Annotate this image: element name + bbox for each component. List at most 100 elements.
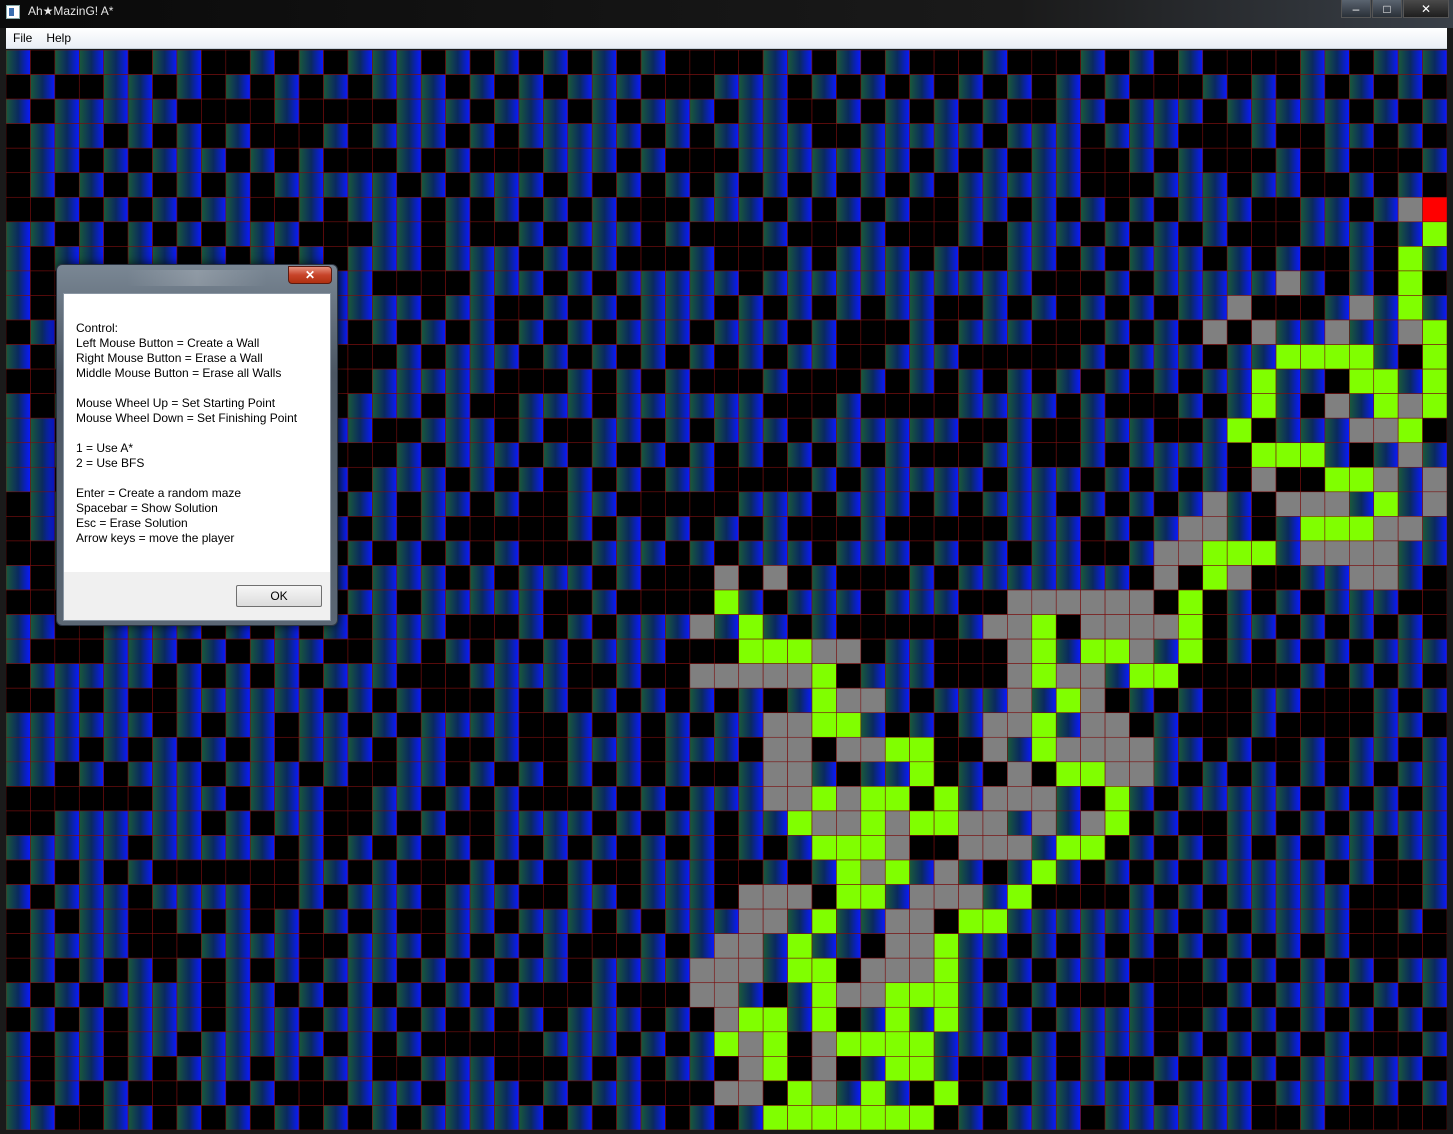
wall-cell[interactable] (1275, 196, 1301, 223)
visited-cell[interactable] (1007, 786, 1033, 812)
wall-cell[interactable] (1300, 123, 1326, 149)
open-cell[interactable] (420, 98, 446, 124)
open-cell[interactable] (1031, 687, 1057, 714)
wall-cell[interactable] (933, 1105, 959, 1130)
wall-cell[interactable] (54, 1105, 80, 1130)
wall-cell[interactable] (469, 50, 495, 75)
wall-cell[interactable] (933, 196, 959, 223)
wall-cell[interactable] (127, 147, 153, 174)
open-cell[interactable] (933, 589, 959, 615)
path-cell[interactable] (1275, 442, 1301, 468)
wall-cell[interactable] (860, 393, 886, 419)
open-cell[interactable] (1251, 908, 1277, 934)
wall-cell[interactable] (640, 663, 666, 689)
wall-cell[interactable] (1324, 246, 1350, 272)
wall-cell[interactable] (1202, 884, 1228, 910)
wall-cell[interactable] (1251, 565, 1277, 591)
open-cell[interactable] (469, 1056, 495, 1082)
open-cell[interactable] (518, 663, 544, 689)
open-cell[interactable] (176, 1056, 202, 1082)
open-cell[interactable] (1153, 810, 1179, 836)
open-cell[interactable] (1202, 786, 1228, 812)
visited-cell[interactable] (1397, 516, 1423, 542)
wall-cell[interactable] (1031, 884, 1057, 910)
open-cell[interactable] (372, 466, 398, 493)
open-cell[interactable] (1422, 540, 1447, 566)
open-cell[interactable] (1422, 835, 1447, 861)
wall-cell[interactable] (1422, 417, 1447, 444)
wall-cell[interactable] (1178, 957, 1204, 984)
wall-cell[interactable] (78, 1080, 104, 1106)
open-cell[interactable] (860, 246, 886, 272)
path-cell[interactable] (811, 982, 837, 1008)
open-cell[interactable] (445, 221, 471, 247)
open-cell[interactable] (567, 1031, 593, 1057)
open-cell[interactable] (836, 442, 862, 468)
open-cell[interactable] (543, 1080, 569, 1106)
wall-cell[interactable] (836, 172, 862, 198)
open-cell[interactable] (1055, 540, 1081, 566)
wall-cell[interactable] (836, 614, 862, 640)
open-cell[interactable] (689, 736, 715, 763)
open-cell[interactable] (1007, 442, 1033, 468)
path-cell[interactable] (1422, 221, 1447, 247)
open-cell[interactable] (298, 50, 324, 75)
wall-cell[interactable] (372, 687, 398, 714)
open-cell[interactable] (640, 319, 666, 345)
wall-cell[interactable] (1031, 442, 1057, 468)
visited-cell[interactable] (884, 957, 910, 984)
open-cell[interactable] (420, 466, 446, 493)
open-cell[interactable] (958, 172, 984, 198)
open-cell[interactable] (372, 221, 398, 247)
open-cell[interactable] (323, 957, 349, 984)
wall-cell[interactable] (1202, 246, 1228, 272)
open-cell[interactable] (958, 614, 984, 640)
wall-cell[interactable] (787, 859, 813, 885)
open-cell[interactable] (30, 74, 56, 100)
open-cell[interactable] (1373, 196, 1399, 223)
open-cell[interactable] (1226, 270, 1252, 296)
wall-cell[interactable] (1129, 368, 1155, 394)
visited-cell[interactable] (1373, 466, 1399, 493)
wall-cell[interactable] (298, 957, 324, 984)
wall-cell[interactable] (103, 786, 129, 812)
wall-cell[interactable] (1226, 663, 1252, 689)
open-cell[interactable] (78, 810, 104, 836)
open-cell[interactable] (1007, 393, 1033, 419)
open-cell[interactable] (567, 614, 593, 640)
wall-cell[interactable] (982, 957, 1008, 984)
open-cell[interactable] (958, 712, 984, 738)
wall-cell[interactable] (860, 589, 886, 615)
wall-cell[interactable] (713, 638, 740, 664)
menu-file[interactable]: File (6, 31, 39, 45)
open-cell[interactable] (103, 908, 129, 934)
open-cell[interactable] (1031, 466, 1057, 493)
wall-cell[interactable] (78, 638, 104, 664)
wall-cell[interactable] (616, 196, 642, 223)
wall-cell[interactable] (933, 835, 959, 861)
visited-cell[interactable] (1397, 442, 1423, 468)
wall-cell[interactable] (298, 908, 324, 934)
wall-cell[interactable] (665, 540, 691, 566)
visited-cell[interactable] (762, 663, 788, 689)
open-cell[interactable] (494, 172, 520, 198)
open-cell[interactable] (1104, 1006, 1130, 1033)
open-cell[interactable] (249, 712, 275, 738)
open-cell[interactable] (689, 442, 715, 468)
open-cell[interactable] (298, 147, 324, 174)
open-cell[interactable] (933, 270, 959, 296)
wall-cell[interactable] (201, 221, 227, 247)
path-cell[interactable] (811, 687, 837, 714)
wall-cell[interactable] (738, 516, 764, 542)
visited-cell[interactable] (713, 957, 740, 984)
open-cell[interactable] (1178, 786, 1204, 812)
visited-cell[interactable] (713, 982, 740, 1008)
wall-cell[interactable] (958, 663, 984, 689)
visited-cell[interactable] (787, 884, 813, 910)
visited-cell[interactable] (738, 884, 764, 910)
wall-cell[interactable] (494, 123, 520, 149)
open-cell[interactable] (445, 417, 471, 444)
wall-cell[interactable] (249, 123, 275, 149)
open-cell[interactable] (1397, 1056, 1423, 1082)
open-cell[interactable] (518, 908, 544, 934)
